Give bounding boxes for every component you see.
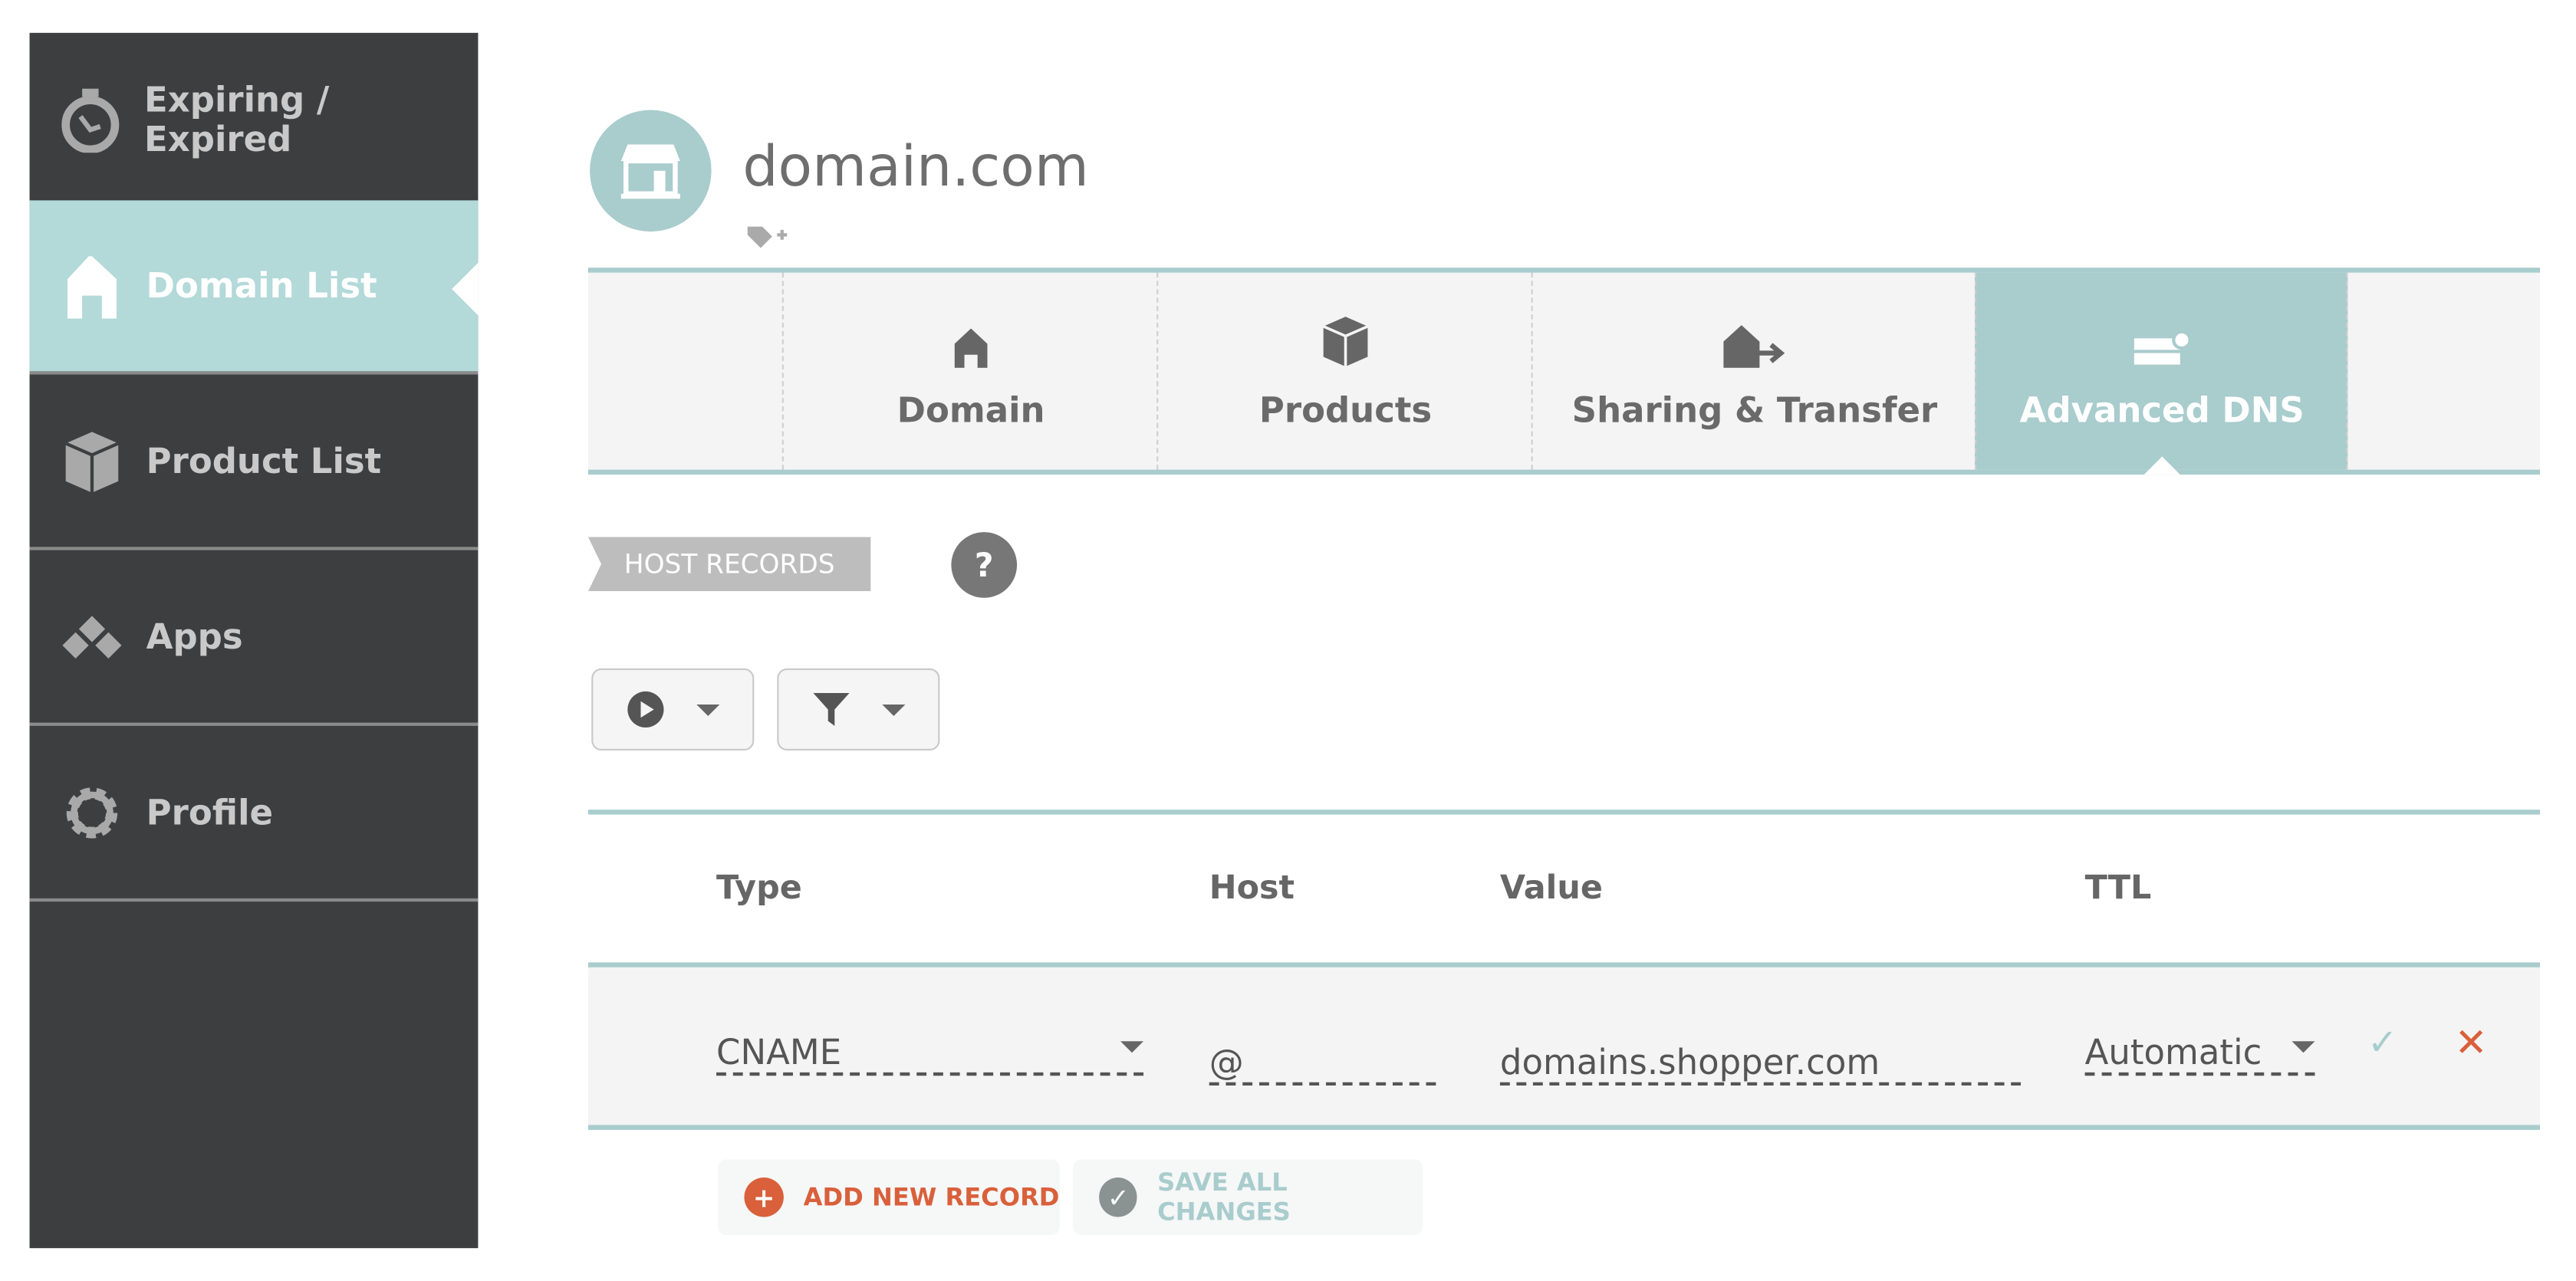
tab-products[interactable]: Products — [1156, 272, 1533, 470]
tab-spacer — [2346, 272, 2541, 470]
sidebar-item-apps[interactable]: Apps — [29, 550, 479, 726]
save-label: SAVE ALL CHANGES — [1157, 1168, 1291, 1227]
apps-icon — [59, 603, 125, 669]
sidebar-item-label: Apps — [146, 616, 243, 656]
page-title: domain.com — [742, 134, 1089, 201]
chevron-down-icon — [696, 703, 720, 715]
type-value: CNAME — [716, 1033, 842, 1072]
column-header-type: Type — [716, 867, 802, 907]
add-label: ADD NEW RECORD — [803, 1182, 1060, 1213]
save-all-changes-button[interactable]: ✓ SAVE ALL CHANGES — [1072, 1159, 1423, 1236]
chevron-down-icon — [882, 703, 906, 715]
column-header-ttl: TTL — [2084, 867, 2152, 907]
plus-circle-icon: + — [744, 1178, 784, 1217]
chevron-down-icon — [1120, 1041, 1144, 1053]
play-circle-icon — [627, 691, 663, 728]
chevron-down-icon — [2291, 1041, 2315, 1053]
filter-dropdown-button[interactable] — [777, 668, 940, 751]
tab-label: Products — [1258, 390, 1433, 431]
ttl-value: Automatic — [2084, 1033, 2262, 1072]
avatar — [590, 110, 712, 232]
host-input[interactable]: @ — [1209, 1033, 1436, 1086]
house-transfer-icon — [1723, 312, 1785, 368]
sidebar-item-label: Profile — [146, 792, 274, 833]
dns-server-icon — [2131, 312, 2193, 368]
sidebar-item-label: Domain List — [146, 266, 377, 306]
value-value: domains.shopper.com — [1499, 1043, 1880, 1082]
filter-icon — [812, 693, 850, 726]
ttl-select[interactable]: Automatic — [2084, 1023, 2315, 1076]
tab-label: Advanced DNS — [2019, 390, 2305, 431]
add-tag-icon[interactable] — [746, 225, 789, 258]
box-icon — [1321, 312, 1370, 368]
check-circle-icon: ✓ — [1099, 1178, 1138, 1217]
confirm-check-icon[interactable]: ✓ — [2367, 1023, 2397, 1065]
sidebar: Expiring / Expired Domain List Product L… — [29, 32, 479, 1249]
column-header-value: Value — [1499, 867, 1603, 907]
gear-icon — [59, 780, 125, 846]
tab-sharing-transfer[interactable]: Sharing & Transfer — [1531, 272, 1977, 470]
divider — [587, 810, 2540, 815]
value-input[interactable]: domains.shopper.com — [1499, 1033, 2022, 1086]
sidebar-item-product-list[interactable]: Product List — [29, 374, 479, 550]
house-icon — [59, 253, 125, 319]
tab-advanced-dns[interactable]: Advanced DNS — [1975, 272, 2348, 475]
tab-domain[interactable]: Domain — [781, 272, 1159, 470]
actions-dropdown-button[interactable] — [591, 668, 755, 751]
column-header-host: Host — [1209, 867, 1295, 907]
sidebar-item-expiring[interactable]: Expiring / Expired — [29, 33, 479, 209]
help-button[interactable]: ? — [951, 532, 1018, 598]
storefront-icon — [620, 144, 680, 199]
sidebar-item-domain-list[interactable]: Domain List — [29, 200, 479, 375]
stopwatch-icon — [59, 86, 123, 153]
box-icon — [59, 428, 125, 494]
table-row: CNAME @ domains.shopper.com Automatic ✓ … — [587, 962, 2540, 1130]
house-icon — [954, 312, 988, 368]
tab-bar: Domain Products Sharing & Transfer Advan… — [587, 268, 2541, 475]
add-new-record-button[interactable]: + ADD NEW RECORD — [718, 1159, 1060, 1236]
sidebar-item-label: Product List — [146, 441, 382, 481]
host-value: @ — [1209, 1043, 1244, 1082]
host-records-label: HOST RECORDS — [587, 537, 871, 592]
tab-label: Sharing & Transfer — [1571, 390, 1938, 431]
tab-label: Domain — [897, 390, 1045, 431]
delete-x-icon[interactable]: ✕ — [2455, 1020, 2488, 1066]
sidebar-item-profile[interactable]: Profile — [29, 726, 479, 902]
sidebar-item-label: Expiring / Expired — [144, 79, 330, 159]
type-select[interactable]: CNAME — [716, 1023, 1144, 1076]
